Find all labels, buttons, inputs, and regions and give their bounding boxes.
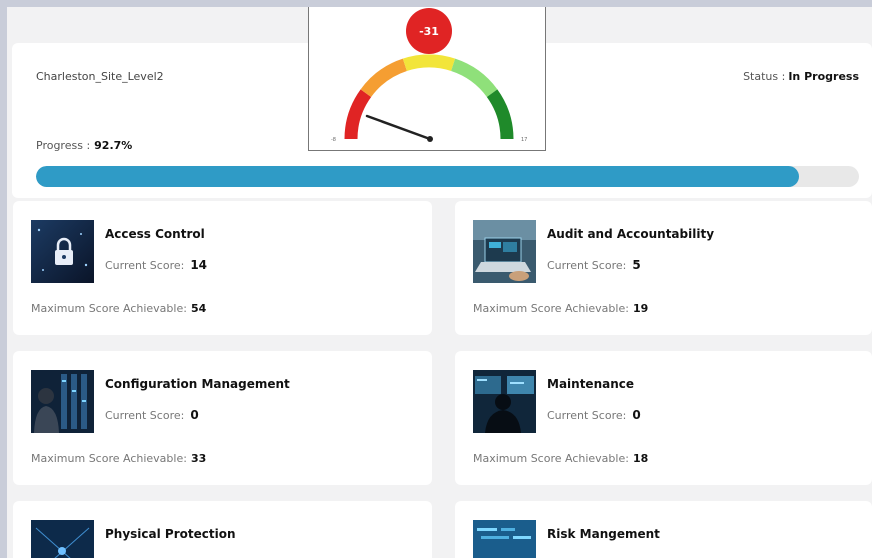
card-title: Maintenance: [547, 377, 635, 391]
max-score-label: Maximum Score Achievable:: [31, 302, 187, 315]
code-icon: [473, 520, 536, 558]
progress-text: Progress :92.7%: [36, 139, 132, 152]
card-title: Configuration Management: [105, 377, 290, 391]
domain-card-risk-management[interactable]: Risk Mangement: [455, 501, 872, 558]
page-canvas: Charleston_Site_Level2 Status : In Progre…: [7, 7, 872, 558]
gauge-segment: [360, 58, 408, 98]
network-icon: [31, 520, 94, 558]
lock-icon: [31, 220, 94, 283]
max-score: Maximum Score Achievable: 54: [31, 302, 206, 315]
current-score: Current Score: 0: [547, 408, 641, 422]
max-score-value: 54: [190, 302, 207, 315]
site-name: Charleston_Site_Level2: [36, 70, 164, 83]
monitor-icon: [473, 370, 536, 433]
monitor-thumbnail: [473, 370, 536, 433]
current-score-value: 5: [632, 258, 641, 272]
card-title: Audit and Accountability: [547, 227, 715, 241]
card-title: Risk Mangement: [547, 527, 660, 541]
current-score-value: 14: [190, 258, 208, 272]
card-title: Physical Protection: [105, 527, 236, 541]
domain-card-maintenance[interactable]: Maintenance Current Score: 0 Maximum Scor…: [455, 351, 872, 485]
current-score-value: 0: [632, 408, 641, 422]
current-score: Current Score: 14: [105, 258, 207, 272]
status-value: In Progress: [788, 70, 859, 83]
gauge-segment: [402, 54, 456, 72]
progress-value: 92.7%: [94, 139, 133, 152]
domain-card-configuration-management[interactable]: Configuration Management Current Score: 0…: [13, 351, 432, 485]
max-score: Maximum Score Achievable: 19: [473, 302, 648, 315]
gauge-needle: [365, 114, 432, 141]
max-score-label: Maximum Score Achievable:: [473, 302, 629, 315]
domain-card-access-control[interactable]: Access Control Current Score: 14 Maximum …: [13, 201, 432, 335]
domain-card-audit-accountability[interactable]: Audit and Accountability Current Score: 5…: [455, 201, 872, 335]
server-room-thumbnail: [31, 370, 94, 433]
laptop-icon: [473, 220, 536, 283]
gauge-segment: [486, 89, 514, 140]
gauge-max-label: 17: [521, 137, 528, 143]
current-score-value: 0: [190, 408, 199, 422]
server-room-icon: [31, 370, 94, 433]
max-score-value: 18: [632, 452, 649, 465]
progress-bar-fill: [36, 166, 799, 187]
max-score: Maximum Score Achievable: 18: [473, 452, 648, 465]
laptop-thumbnail: [473, 220, 536, 283]
current-score-label: Current Score:: [547, 409, 627, 422]
lock-thumbnail: [31, 220, 94, 283]
network-thumbnail: [31, 520, 94, 558]
max-score-value: 19: [632, 302, 649, 315]
code-thumbnail: [473, 520, 536, 558]
current-score: Current Score: 0: [105, 408, 199, 422]
progress-bar: [36, 166, 859, 187]
max-score-label: Maximum Score Achievable:: [473, 452, 629, 465]
domain-card-physical-protection[interactable]: Physical Protection: [13, 501, 432, 558]
max-score-value: 33: [190, 452, 207, 465]
current-score-label: Current Score:: [105, 409, 185, 422]
gauge-min-label: -8: [331, 137, 336, 143]
status-label: Status :: [743, 70, 786, 83]
gauge-segment: [344, 89, 372, 140]
max-score-label: Maximum Score Achievable:: [31, 452, 187, 465]
score-gauge-popup[interactable]: -31 -8 17: [308, 7, 546, 151]
gauge-arcs: [344, 54, 514, 140]
gauge-needle-hub: [427, 136, 433, 142]
status-text: Status : In Progress: [743, 70, 859, 83]
current-score-label: Current Score:: [105, 259, 185, 272]
progress-label: Progress :: [36, 139, 91, 152]
card-title: Access Control: [105, 227, 205, 241]
gauge-segment: [450, 58, 498, 98]
score-badge: -31: [406, 8, 452, 54]
current-score-label: Current Score:: [547, 259, 627, 272]
max-score: Maximum Score Achievable: 33: [31, 452, 206, 465]
current-score: Current Score: 5: [547, 258, 641, 272]
